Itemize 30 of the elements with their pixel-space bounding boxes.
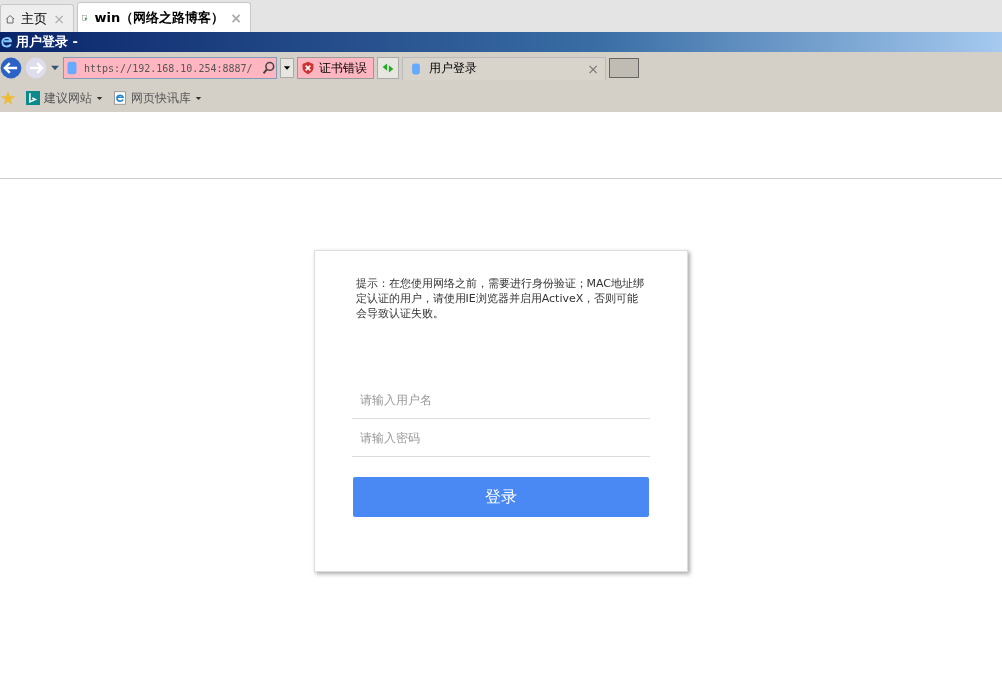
browser-tab[interactable]: win（网络之路博客） × [77,2,251,32]
notice-text: 提示：在您使用网络之前，需要进行身份验证；MAC地址绑定认证的用户，请使用IE浏览器并启用ActiveX，否则可能会导致认证失败。 [355,276,645,321]
dropdown-icon [50,63,60,73]
refresh-button[interactable] [377,57,399,79]
page-tab[interactable]: 用户登录 × [402,56,606,80]
address-dropdown[interactable] [280,58,294,78]
new-tab-button[interactable] [609,58,639,78]
window-title: 用户登录 - [16,33,78,51]
caret-icon [283,64,291,72]
caret-icon [96,94,103,102]
shield-icon [301,60,315,76]
back-icon [0,57,22,79]
tab-label: 主页 [21,9,48,28]
page-tab-label: 用户登录 [429,60,478,77]
url-text: https://192.168.10.254:8887/ [84,62,253,74]
browser-page-icon [113,90,127,106]
browser-logo-icon [0,34,14,50]
browser-tab[interactable]: 主页 × [0,4,74,32]
address-field[interactable]: https://192.168.10.254:8887/ [63,57,277,79]
forward-icon [25,57,47,79]
caret-icon [195,94,202,102]
login-button[interactable]: 登录 [352,477,649,517]
certificate-error-button[interactable]: 证书错误 [297,57,374,79]
close-tab-icon[interactable]: × [587,60,599,77]
favorites-star-icon [0,90,16,106]
tab-label: win（网络之路博客） [94,8,225,27]
bing-logo-icon [26,90,40,106]
search-icon [262,61,276,75]
favorites-link[interactable]: 网页快讯库 [113,89,202,107]
favorites-link[interactable]: 建议网站 [26,89,103,107]
